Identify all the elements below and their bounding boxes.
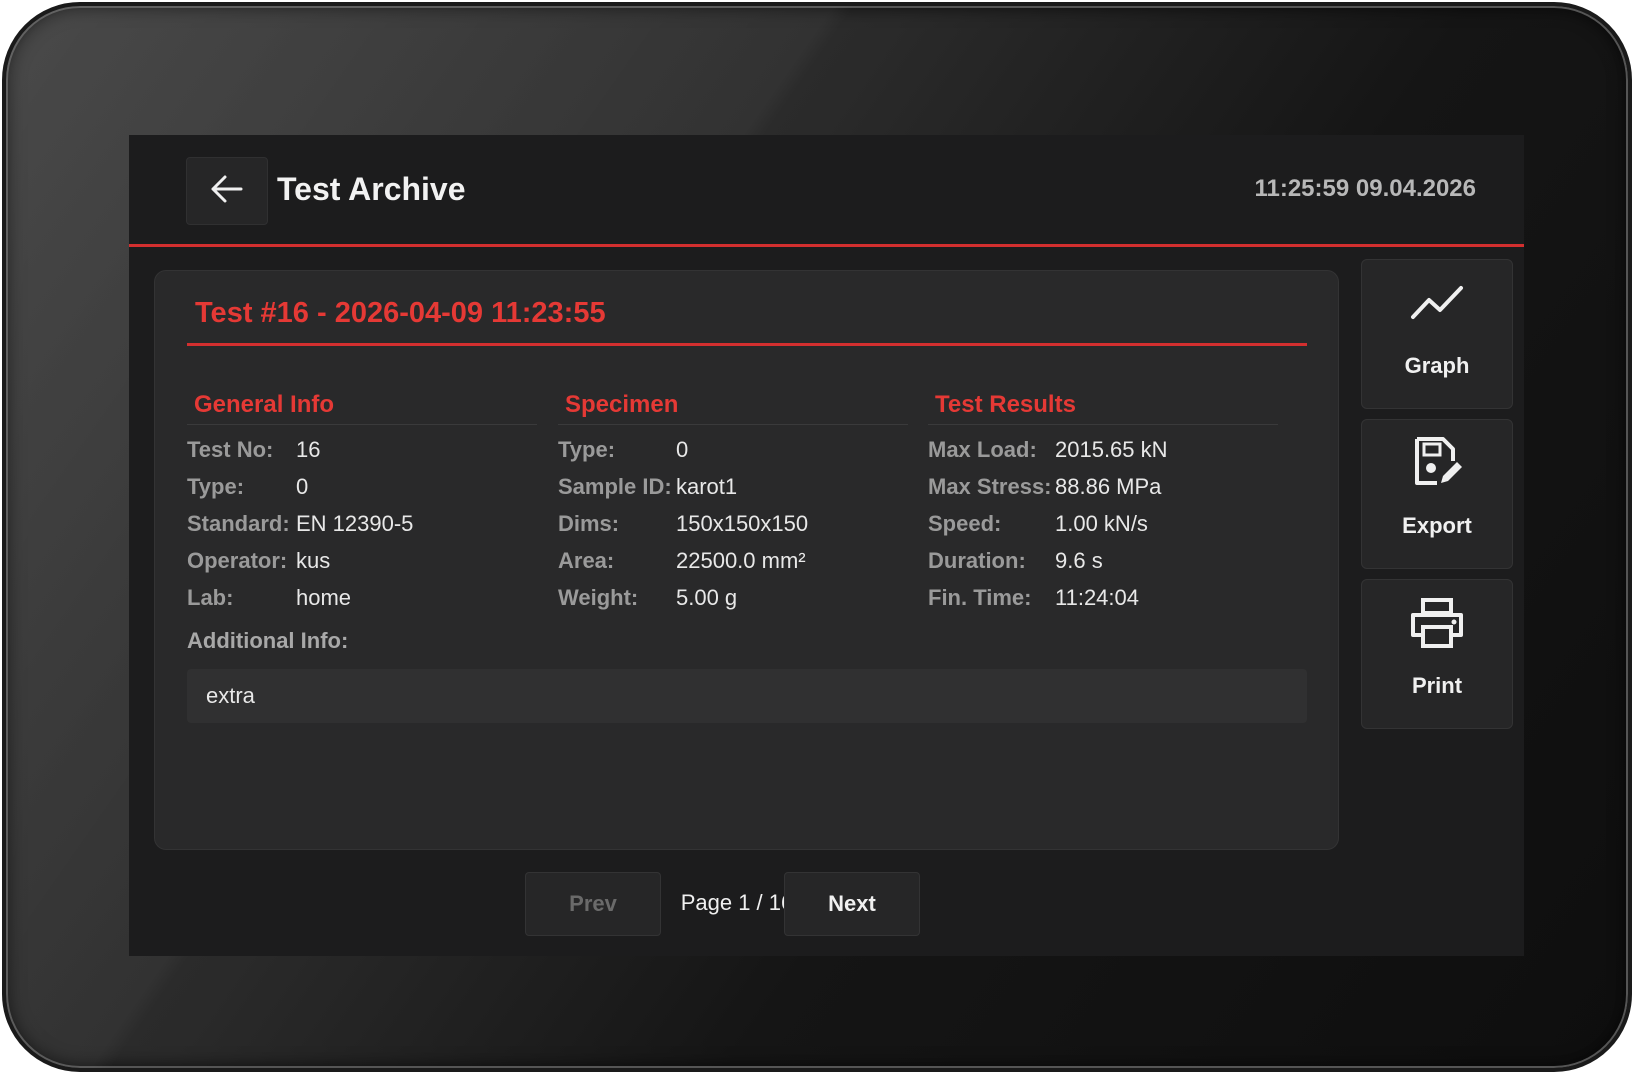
info-row: Standard: EN 12390-5	[187, 505, 537, 542]
info-row: Sample ID: karot1	[558, 468, 908, 505]
row-label: Type:	[187, 473, 245, 499]
info-row: Area: 22500.0 mm²	[558, 542, 908, 579]
arrow-left-icon	[210, 174, 244, 209]
row-label: Dims:	[558, 510, 620, 536]
row-label: Duration:	[928, 547, 1026, 573]
graph-label: Graph	[1404, 353, 1470, 378]
header-datetime: 11:25:59 09.04.2026	[1254, 175, 1476, 202]
additional-info-label: Additional Info:	[187, 628, 349, 653]
row-value: karot1	[676, 473, 738, 499]
app-header: Test Archive 11:25:59 09.04.2026	[129, 135, 1524, 247]
graph-button[interactable]: Graph	[1361, 259, 1513, 409]
export-file-icon	[1362, 434, 1512, 492]
info-row: Weight: 5.00 g	[558, 579, 908, 616]
row-label: Max Stress:	[928, 473, 1052, 499]
test-results-section: Test Results Max Load: 2015.65 kN Max St…	[928, 391, 1278, 616]
additional-info-field: extra	[187, 669, 1307, 723]
test-record-title: Test #16 - 2026-04-09 11:23:55	[195, 297, 606, 329]
row-label: Sample ID:	[558, 473, 672, 499]
row-label: Fin. Time:	[928, 584, 1032, 610]
row-value: 1.00 kN/s	[1055, 510, 1148, 536]
row-value: 16	[296, 436, 321, 462]
row-label: Lab:	[187, 584, 234, 610]
info-row: Type: 0	[187, 468, 537, 505]
row-label: Weight:	[558, 584, 639, 610]
page-title: Test Archive	[277, 171, 466, 207]
info-row: Speed: 1.00 kN/s	[928, 505, 1278, 542]
row-value: EN 12390-5	[296, 510, 414, 536]
export-label: Export	[1402, 513, 1472, 538]
section-title: General Info	[187, 391, 537, 425]
info-row: Type: 0	[558, 431, 908, 468]
printer-icon	[1362, 594, 1512, 652]
print-button[interactable]: Print	[1361, 579, 1513, 729]
info-row: Fin. Time: 11:24:04	[928, 579, 1278, 616]
info-row: Dims: 150x150x150	[558, 505, 908, 542]
app-screen: Test Archive 11:25:59 09.04.2026 Test #1…	[129, 135, 1524, 956]
back-button[interactable]	[186, 157, 268, 225]
page-indicator: Page 1 / 16	[680, 890, 794, 915]
info-row: Lab: home	[187, 579, 537, 616]
row-value: 0	[676, 436, 689, 462]
row-value: 5.00 g	[676, 584, 738, 610]
info-row: Operator: kus	[187, 542, 537, 579]
row-label: Standard:	[187, 510, 290, 536]
row-label: Type:	[558, 436, 616, 462]
next-page-button[interactable]: Next	[784, 872, 920, 936]
tablet-device: Test Archive 11:25:59 09.04.2026 Test #1…	[2, 2, 1632, 1072]
specimen-section: Specimen Type: 0 Sample ID: karot1 Dims:…	[558, 391, 908, 616]
general-info-section: General Info Test No: 16 Type: 0 Standar…	[187, 391, 537, 616]
row-value: 2015.65 kN	[1055, 436, 1168, 462]
test-detail-card: Test #16 - 2026-04-09 11:23:55 General I…	[154, 270, 1339, 850]
row-label: Test No:	[187, 436, 274, 462]
row-value: home	[296, 584, 352, 610]
row-value: kus	[296, 547, 331, 573]
row-label: Max Load:	[928, 436, 1037, 462]
title-divider	[187, 343, 1307, 346]
row-label: Operator:	[187, 547, 288, 573]
row-label: Speed:	[928, 510, 1002, 536]
row-value: 9.6 s	[1055, 547, 1103, 573]
export-button[interactable]: Export	[1361, 419, 1513, 569]
prev-page-button[interactable]: Prev	[525, 872, 661, 936]
row-value: 22500.0 mm²	[676, 547, 806, 573]
section-title: Test Results	[928, 391, 1278, 425]
chart-line-icon	[1362, 274, 1512, 332]
row-value: 0	[296, 473, 309, 499]
row-label: Area:	[558, 547, 615, 573]
info-row: Max Load: 2015.65 kN	[928, 431, 1278, 468]
row-value: 88.86 MPa	[1055, 473, 1162, 499]
section-title: Specimen	[558, 391, 908, 425]
row-value: 150x150x150	[676, 510, 809, 536]
info-row: Max Stress: 88.86 MPa	[928, 468, 1278, 505]
info-row: Test No: 16	[187, 431, 537, 468]
info-row: Duration: 9.6 s	[928, 542, 1278, 579]
row-value: 11:24:04	[1055, 584, 1140, 610]
print-label: Print	[1411, 673, 1463, 698]
